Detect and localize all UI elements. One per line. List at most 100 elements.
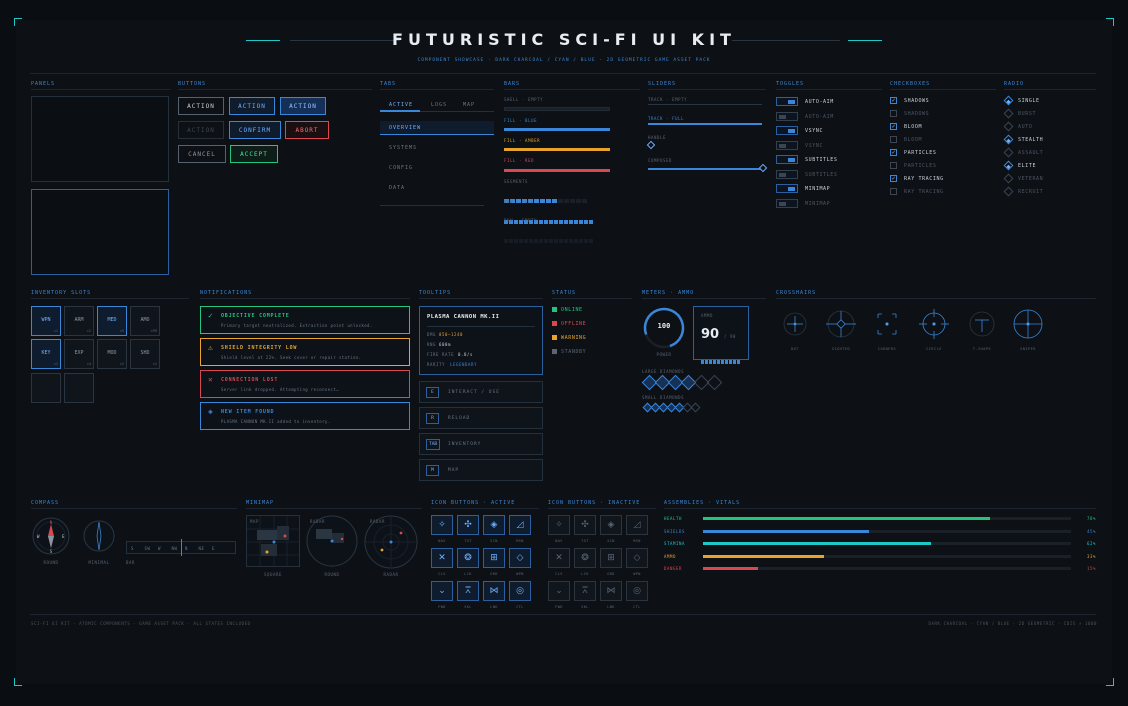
action-button-disabled[interactable]: ACTION [178, 121, 224, 139]
inventory-slot-empty[interactable] [31, 373, 61, 403]
inventory-slot[interactable]: KEY ×1 [31, 339, 61, 369]
inventory-slot[interactable]: MED ×5 [97, 306, 127, 336]
keybind-row[interactable]: R RELOAD [419, 407, 543, 429]
notification-title: SHIELD INTEGRITY LOW [221, 345, 298, 351]
keybind-row[interactable]: E INTERACT / USE [419, 381, 543, 403]
slider-track-empty[interactable] [648, 104, 762, 105]
status-dot [552, 307, 557, 312]
bar-segment [574, 220, 578, 224]
icon-button-wpn[interactable]: ◇ [509, 548, 531, 568]
toggle-switch[interactable] [776, 97, 798, 106]
confirm-button[interactable]: CONFIRM [229, 121, 281, 139]
icon-button-cls-inactive[interactable]: ✕ [548, 548, 570, 568]
toggle-switch[interactable] [776, 140, 798, 150]
keybind-label: MAP [448, 468, 460, 473]
skl-icon: ⩞ [582, 586, 588, 596]
slider-track-full[interactable] [648, 123, 762, 125]
tab-active[interactable]: ACTIVE [389, 102, 413, 108]
icon-button-cls[interactable]: ✕ [431, 548, 453, 568]
toggle-switch[interactable] [776, 155, 798, 164]
slider-track-composed[interactable] [648, 168, 762, 170]
notification-card[interactable]: ✓ OBJECTIVE COMPLETE Primary target neut… [200, 306, 410, 334]
checkbox[interactable] [890, 136, 897, 143]
toggle-switch[interactable] [776, 198, 798, 208]
cancel-button[interactable]: CANCEL [178, 145, 226, 163]
icon-button-scn-inactive[interactable]: ◈ [600, 515, 622, 535]
toggle-knob [779, 201, 786, 206]
ctl-icon: ◎ [516, 586, 524, 596]
checkbox[interactable] [890, 162, 897, 169]
abort-button[interactable]: ABORT [285, 121, 329, 139]
keybind-row[interactable]: M MAP [419, 459, 543, 481]
section-rule [246, 508, 422, 509]
icon-button-skl[interactable]: ⩞ [457, 581, 479, 601]
wpn-icon: ◇ [516, 553, 524, 563]
toggle-switch[interactable] [776, 169, 798, 179]
inventory-slot[interactable]: SHD ×1 [130, 339, 160, 369]
inventory-slot[interactable]: AMO ×99 [130, 306, 160, 336]
toggle-switch[interactable] [776, 184, 798, 193]
skl-icon: ⩞ [465, 586, 471, 596]
notification-card[interactable]: ◈ NEW ITEM FOUND PLASMA CANNON MK.II add… [200, 402, 410, 430]
icon-button-lck[interactable]: ❂ [457, 548, 479, 568]
section-notifications: NOTIFICATIONS [200, 290, 253, 296]
checkbox[interactable]: ✓ [890, 123, 897, 130]
icon-button-lnk[interactable]: ⋈ [483, 581, 505, 601]
bar-label: ROW · EMPTY [504, 218, 538, 223]
checkbox[interactable]: ✓ [890, 149, 897, 156]
icon-button-grd[interactable]: ⊞ [483, 548, 505, 568]
checkbox[interactable]: ✓ [890, 175, 897, 182]
status-label: STANDBY [561, 349, 587, 355]
icon-button-tgt[interactable]: ✣ [457, 515, 479, 535]
icon-button-nav[interactable]: ✧ [431, 515, 453, 535]
icon-button-scn[interactable]: ◈ [483, 515, 505, 535]
bar-segment [549, 239, 553, 243]
icon-button-nav-inactive[interactable]: ✧ [548, 515, 570, 535]
icon-button-grd-inactive[interactable]: ⊞ [600, 548, 622, 568]
notification-card[interactable]: ⚠ SHIELD INTEGRITY LOW Shield level at 2… [200, 338, 410, 366]
section-status: STATUS [552, 290, 577, 296]
icon-button-fwd[interactable]: ⌄ [431, 581, 453, 601]
inventory-slot[interactable]: WPN ×1 [31, 306, 61, 336]
icon-button-skl-inactive[interactable]: ⩞ [574, 581, 596, 601]
icon-button-fwd-inactive[interactable]: ⌄ [548, 581, 570, 601]
icon-button-ctl[interactable]: ◎ [509, 581, 531, 601]
notification-card[interactable]: ✕ CONNECTION LOST Server link dropped. A… [200, 370, 410, 398]
side-tab-config[interactable]: CONFIG [389, 165, 413, 171]
checkbox[interactable] [890, 110, 897, 117]
icon-button-wpn-inactive[interactable]: ◇ [626, 548, 648, 568]
inventory-slot-empty[interactable] [64, 373, 94, 403]
tab-logs[interactable]: LOGS [431, 102, 447, 108]
ammo-segment [721, 360, 724, 364]
ammo-segment [705, 360, 708, 364]
icon-button-tgt-inactive[interactable]: ✣ [574, 515, 596, 535]
tab-map[interactable]: MAP [463, 102, 475, 108]
icon-button-msn[interactable]: ◿ [509, 515, 531, 535]
toggle-switch[interactable] [776, 111, 798, 121]
action-button-pressed[interactable]: ACTION [280, 97, 326, 115]
toggle-knob [779, 143, 786, 148]
action-button[interactable]: ACTION [178, 97, 224, 115]
ammo-segment [729, 360, 732, 364]
toggle-switch[interactable] [776, 126, 798, 135]
side-tab-systems[interactable]: SYSTEMS [389, 145, 417, 151]
action-button-hover[interactable]: ACTION [229, 97, 275, 115]
checkbox[interactable] [890, 188, 897, 195]
side-tab-data[interactable]: DATA [389, 185, 405, 191]
bar-segment [549, 220, 553, 224]
tooltip-title: PLASMA CANNON MK.II [427, 314, 500, 320]
icon-button-label: WPN [633, 572, 641, 576]
icon-button-lnk-inactive[interactable]: ⋈ [600, 581, 622, 601]
icon-button-ctl-inactive[interactable]: ◎ [626, 581, 648, 601]
section-minimap: MINIMAP [246, 500, 275, 506]
toggle-label: MINIMAP [805, 200, 831, 207]
inventory-slot[interactable]: EXP ×4 [64, 339, 94, 369]
inventory-slot[interactable]: MOD ×2 [97, 339, 127, 369]
icon-button-lck-inactive[interactable]: ❂ [574, 548, 596, 568]
keybind-row[interactable]: TAB INVENTORY [419, 433, 543, 455]
accept-button[interactable]: ACCEPT [230, 145, 278, 163]
side-tab-overview[interactable]: OVERVIEW [389, 125, 421, 131]
icon-button-msn-inactive[interactable]: ◿ [626, 515, 648, 535]
checkbox[interactable]: ✓ [890, 97, 897, 104]
inventory-slot[interactable]: ARM ×2 [64, 306, 94, 336]
